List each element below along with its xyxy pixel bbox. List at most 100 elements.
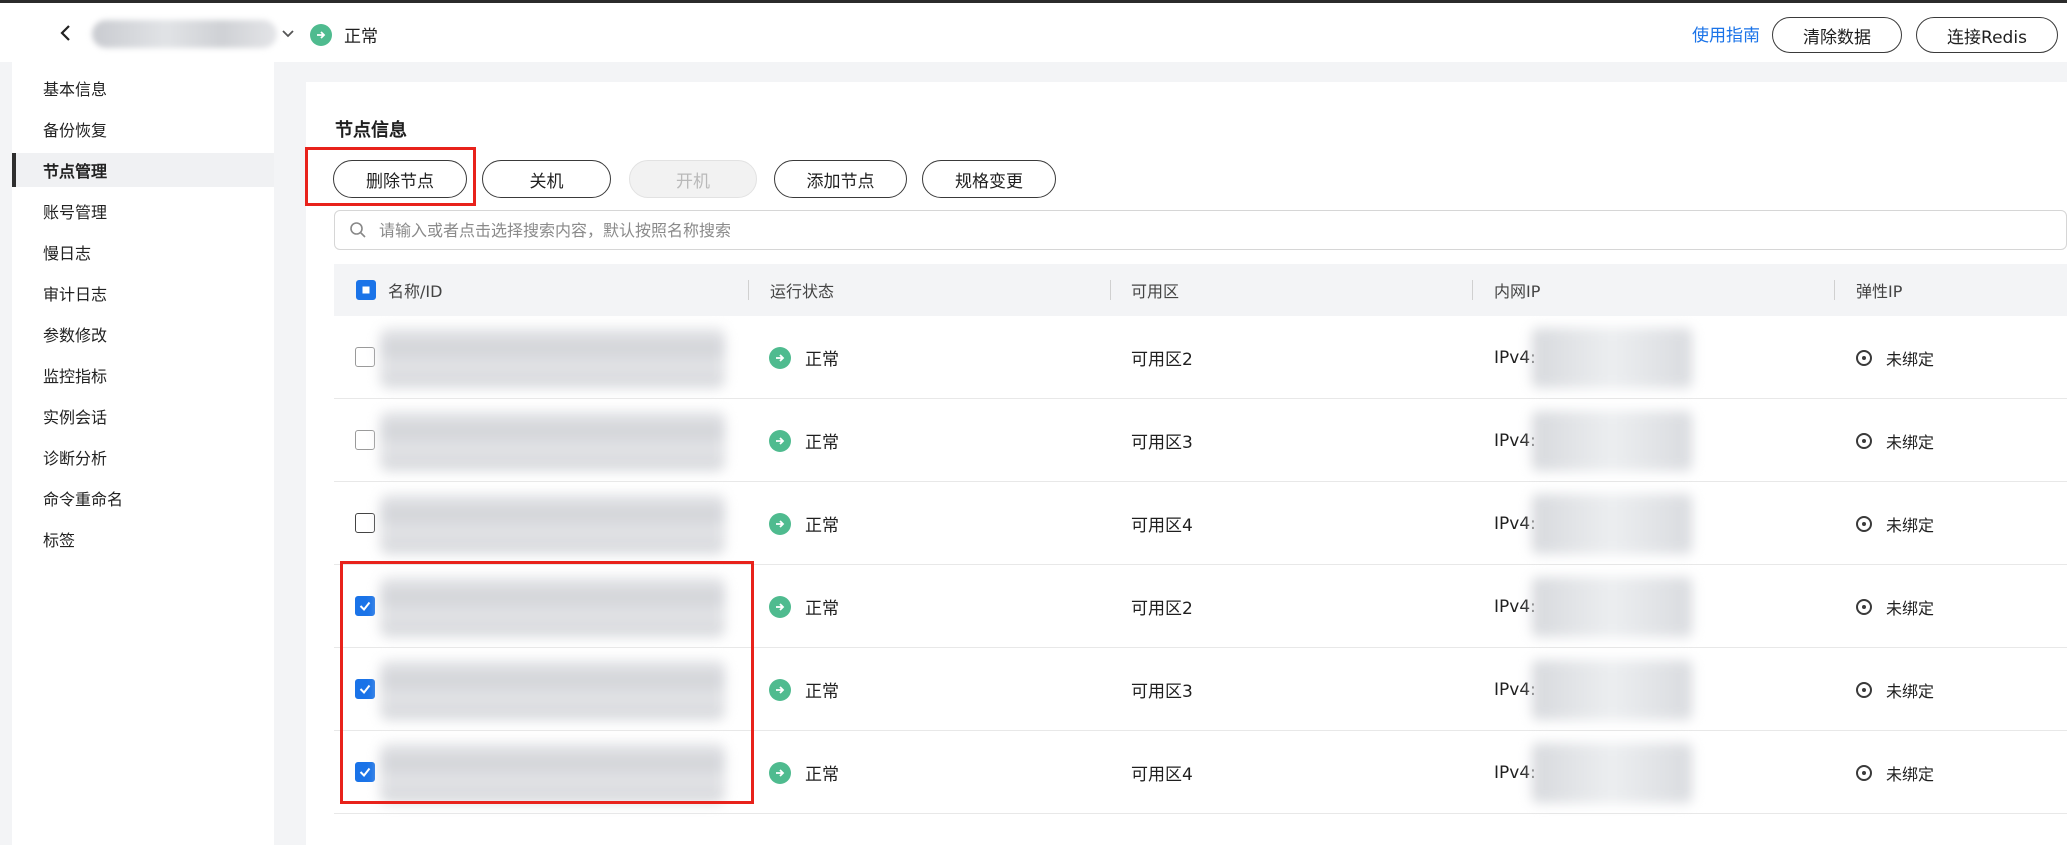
sidebar-item-audit-log[interactable]: 审计日志 [12,276,274,310]
sidebar-item-parameters[interactable]: 参数修改 [12,317,274,351]
ip-redacted [1532,743,1692,803]
row-checkbox[interactable] [355,762,375,782]
node-name-link[interactable] [394,591,724,621]
delete-node-button[interactable]: 删除节点 [333,160,467,198]
sidebar-item-label: 基本信息 [43,80,108,99]
sidebar-item-tags[interactable]: 标签 [12,522,274,556]
row-status-text: 正常 [805,433,839,453]
column-header-eip: 弹性IP [1856,282,1903,301]
instance-status-text: 正常 [344,27,378,47]
sidebar-item-monitoring[interactable]: 监控指标 [12,358,274,392]
sidebar-item-diagnosis[interactable]: 诊断分析 [12,440,274,474]
ip-redacted [1532,660,1692,720]
row-eip: 未绑定 [1856,731,1934,814]
table-row: 正常 可用区4 IPv4: 未绑定 [334,731,2067,814]
shutdown-button[interactable]: 关机 [482,160,611,198]
start-button: 开机 [629,160,757,198]
user-guide-link[interactable]: 使用指南 [1692,21,1760,46]
select-all-checkbox[interactable] [356,280,376,300]
table-row: 正常 可用区2 IPv4: 未绑定 [334,565,2067,648]
chevron-down-icon[interactable] [278,23,298,43]
add-node-button[interactable]: 添加节点 [774,160,907,198]
row-zone: 可用区4 [1131,516,1193,536]
row-eip: 未绑定 [1856,565,1934,648]
row-checkbox[interactable] [355,596,375,616]
search-input[interactable] [379,220,1979,240]
resize-button[interactable]: 规格变更 [922,160,1056,198]
node-name-link[interactable] [394,757,724,787]
sidebar-item-label: 审计日志 [43,285,108,304]
row-status-text: 正常 [805,682,839,702]
sidebar-item-account-management[interactable]: 账号管理 [12,194,274,228]
node-name-link[interactable] [394,674,724,704]
sidebar-item-slow-log[interactable]: 慢日志 [12,235,274,269]
row-status: 正常 [769,731,839,814]
sidebar-item-label: 诊断分析 [43,449,108,468]
unbound-icon [1856,515,1872,532]
row-checkbox[interactable] [355,347,375,367]
status-ok-icon [310,23,332,46]
instance-name[interactable] [92,20,277,48]
clear-data-button[interactable]: 清除数据 [1772,17,1902,53]
instance-status: 正常 [310,22,378,47]
ip-redacted [1532,328,1692,388]
sidebar-item-sessions[interactable]: 实例会话 [12,399,274,433]
row-eip: 未绑定 [1856,648,1934,731]
ip-redacted [1532,494,1692,554]
status-ok-icon [769,429,791,452]
row-zone: 可用区3 [1131,682,1193,702]
sidebar-item-basic-info[interactable]: 基本信息 [12,71,274,105]
check-icon [359,767,371,778]
sidebar-item-label: 命令重命名 [43,490,124,509]
section-title: 节点信息 [335,120,407,141]
sidebar-item-label: 标签 [43,531,76,550]
unbound-icon [1856,598,1872,615]
sidebar-item-label: 参数修改 [43,326,108,345]
row-ip: IPv4: [1494,513,1536,534]
column-divider [1110,280,1111,300]
unbound-icon [1856,432,1872,449]
status-ok-icon [769,678,791,701]
row-status-text: 正常 [805,350,839,370]
sidebar-item-node-management[interactable]: 节点管理 [12,153,274,187]
back-button[interactable] [48,15,84,51]
row-zone: 可用区2 [1131,350,1193,370]
row-eip: 未绑定 [1856,399,1934,482]
row-status: 正常 [769,565,839,648]
row-eip-text: 未绑定 [1886,515,1935,535]
row-checkbox[interactable] [355,430,375,450]
row-ip: IPv4: [1494,430,1536,451]
connect-redis-button[interactable]: 连接Redis [1916,17,2058,53]
column-divider [1834,280,1835,300]
row-ip: IPv4: [1494,762,1536,783]
row-checkbox[interactable] [355,513,375,533]
top-bar: 正常 使用指南 清除数据 连接Redis [0,0,2067,62]
node-name-link[interactable] [394,342,724,372]
node-name-link[interactable] [394,425,724,455]
table-row: 正常 可用区2 IPv4: 未绑定 [334,316,2067,399]
partial-check-icon [362,286,370,294]
table-row: 正常 可用区4 IPv4: 未绑定 [334,482,2067,565]
sidebar-item-label: 慢日志 [43,244,92,263]
row-zone: 可用区3 [1131,433,1193,453]
sidebar-item-label: 节点管理 [43,162,108,181]
sidebar-item-command-rename[interactable]: 命令重命名 [12,481,274,515]
sidebar-item-label: 监控指标 [43,367,108,386]
row-eip-text: 未绑定 [1886,598,1935,618]
sidebar: 基本信息 备份恢复 节点管理 账号管理 慢日志 审计日志 参数修改 监控指标 实… [12,62,274,845]
status-ok-icon [769,346,791,369]
ip-redacted [1532,577,1692,637]
row-checkbox[interactable] [355,679,375,699]
row-status: 正常 [769,316,839,399]
node-name-link[interactable] [394,508,724,538]
status-ok-icon [769,595,791,618]
row-ip: IPv4: [1494,596,1536,617]
sidebar-item-label: 账号管理 [43,203,108,222]
unbound-icon [1856,681,1872,698]
row-eip: 未绑定 [1856,482,1934,565]
row-eip: 未绑定 [1856,316,1934,399]
search-box[interactable] [334,210,2067,250]
row-zone: 可用区2 [1131,599,1193,619]
table-header: 名称/ID 运行状态 可用区 内网IP 弹性IP [334,264,2067,316]
sidebar-item-backup-restore[interactable]: 备份恢复 [12,112,274,146]
